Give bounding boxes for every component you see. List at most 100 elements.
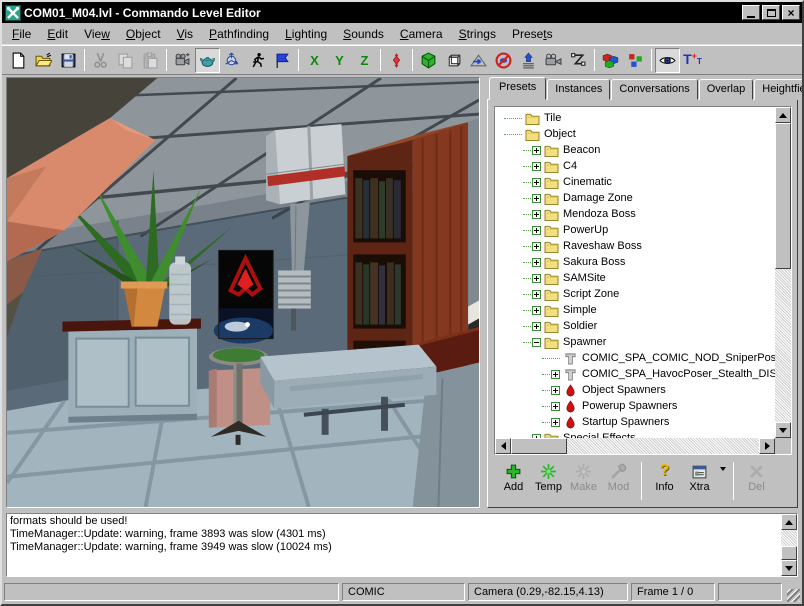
scrollbar-track[interactable] [775, 269, 791, 422]
tab-presets[interactable]: Presets [489, 77, 546, 100]
scroll-down-button[interactable] [775, 422, 791, 438]
tree-item-sakura-boss[interactable]: Sakura Boss [523, 254, 775, 270]
menu-vis[interactable]: Vis [169, 24, 201, 44]
scroll-left-button[interactable] [495, 438, 511, 454]
tree-item-soldier[interactable]: Soldier [523, 318, 775, 334]
tree-item-samsite[interactable]: SAMSite [523, 270, 775, 286]
expand-plus-icon[interactable] [532, 322, 541, 331]
tree-item-c4[interactable]: C4 [523, 158, 775, 174]
expand-plus-icon[interactable] [551, 370, 560, 379]
view-solid-button[interactable] [416, 48, 441, 73]
tree-item-comic-spa-havocposer-stealth-dis[interactable]: COMIC_SPA_HavocPoser_Stealth_DIS [542, 366, 775, 382]
add-button[interactable]: Add [496, 461, 531, 493]
tree-item-powerup[interactable]: PowerUp [523, 222, 775, 238]
scroll-down-button[interactable] [781, 560, 797, 576]
tab-overlap[interactable]: Overlap [699, 79, 754, 100]
group-cubes-button[interactable] [598, 48, 623, 73]
scrollbar-thumb[interactable] [511, 438, 567, 454]
scroll-up-button[interactable] [781, 514, 797, 530]
axis-y-button[interactable]: Y [327, 48, 352, 73]
menu-strings[interactable]: Strings [451, 24, 504, 44]
xtra-button[interactable]: Xtra [682, 461, 717, 493]
log-output[interactable]: formats should be used!TimeManager::Upda… [6, 513, 798, 577]
open-file-button[interactable] [31, 48, 56, 73]
temp-button[interactable]: Temp [531, 461, 566, 493]
minimize-button[interactable] [742, 5, 760, 20]
polygon-tool-button[interactable] [566, 48, 591, 73]
scatter-tiles-button[interactable] [623, 48, 648, 73]
scroll-right-button[interactable] [759, 438, 775, 454]
tree-item-comic-spa-comic-nod-sniperposer[interactable]: COMIC_SPA_COMIC_NOD_SniperPoser [542, 350, 775, 366]
scrollbar-track[interactable] [781, 530, 797, 546]
walk-mode-button[interactable] [245, 48, 270, 73]
menu-camera[interactable]: Camera [392, 24, 451, 44]
collapse-minus-icon[interactable] [532, 338, 541, 347]
tree-horizontal-scrollbar[interactable] [495, 438, 791, 454]
new-file-button[interactable] [6, 48, 31, 73]
menu-file[interactable]: File [4, 24, 39, 44]
menu-edit[interactable]: Edit [39, 24, 76, 44]
tree-item-beacon[interactable]: Beacon [523, 142, 775, 158]
expand-plus-icon[interactable] [532, 162, 541, 171]
menu-lighting[interactable]: Lighting [277, 24, 335, 44]
visibility-eye-button[interactable] [655, 48, 680, 73]
elevate-object-button[interactable] [516, 48, 541, 73]
maximize-button[interactable] [762, 5, 780, 20]
expand-plus-icon[interactable] [532, 210, 541, 219]
tree-item-startup-spawners[interactable]: Startup Spawners [542, 414, 775, 430]
tab-heightfield[interactable]: Heightfield [754, 79, 804, 100]
tree-item-spawner[interactable]: Spawner [523, 334, 775, 350]
tab-conversations[interactable]: Conversations [611, 79, 697, 100]
menu-sounds[interactable]: Sounds [335, 24, 392, 44]
tree-item-damage-zone[interactable]: Damage Zone [523, 190, 775, 206]
menu-presets[interactable]: Presets [504, 24, 561, 44]
expand-plus-icon[interactable] [551, 402, 560, 411]
tree-item-raveshaw-boss[interactable]: Raveshaw Boss [523, 238, 775, 254]
save-file-button[interactable] [56, 48, 81, 73]
tree-item-cinematic[interactable]: Cinematic [523, 174, 775, 190]
hide-geometry-button[interactable] [491, 48, 516, 73]
axis-x-button[interactable]: X [302, 48, 327, 73]
scrollbar-thumb[interactable] [775, 123, 791, 269]
info-button[interactable]: ?Info [647, 461, 682, 493]
expand-plus-icon[interactable] [532, 146, 541, 155]
resize-grip[interactable] [787, 589, 800, 602]
expand-plus-icon[interactable] [532, 178, 541, 187]
expand-plus-icon[interactable] [532, 290, 541, 299]
expand-plus-icon[interactable] [532, 274, 541, 283]
tree-vertical-scrollbar[interactable] [775, 107, 791, 438]
scrollbar-thumb[interactable] [781, 546, 797, 560]
render-teapot-button[interactable] [195, 48, 220, 73]
camera-record-button[interactable] [170, 48, 195, 73]
tree-item-special-effects[interactable]: Special Effects [523, 430, 775, 438]
orbit-axis-button[interactable] [220, 48, 245, 73]
camera-view-button[interactable] [541, 48, 566, 73]
viewport-3d[interactable] [6, 77, 480, 508]
expand-plus-icon[interactable] [532, 242, 541, 251]
view-wireframe-button[interactable] [441, 48, 466, 73]
log-vertical-scrollbar[interactable] [781, 514, 797, 576]
text-translate-button[interactable]: T+T [680, 48, 705, 73]
menu-view[interactable]: View [76, 24, 118, 44]
move-vertical-button[interactable] [384, 48, 409, 73]
tree-item-tile[interactable]: Tile [504, 110, 775, 126]
waypoint-flag-button[interactable] [270, 48, 295, 73]
tree-item-object-spawners[interactable]: Object Spawners [542, 382, 775, 398]
show-geometry-button[interactable] [466, 48, 491, 73]
menu-pathfinding[interactable]: Pathfinding [201, 24, 277, 44]
scrollbar-track[interactable] [567, 438, 759, 454]
expand-plus-icon[interactable] [532, 258, 541, 267]
axis-z-button[interactable]: Z [352, 48, 377, 73]
tree-item-simple[interactable]: Simple [523, 302, 775, 318]
tree-item-mendoza-boss[interactable]: Mendoza Boss [523, 206, 775, 222]
xtra-dropdown-button[interactable] [717, 461, 728, 471]
tree-item-powerup-spawners[interactable]: Powerup Spawners [542, 398, 775, 414]
menu-object[interactable]: Object [118, 24, 169, 44]
expand-plus-icon[interactable] [551, 386, 560, 395]
close-button[interactable]: × [782, 5, 800, 20]
expand-plus-icon[interactable] [551, 418, 560, 427]
tree-item-object[interactable]: Object [504, 126, 775, 142]
tab-instances[interactable]: Instances [547, 79, 610, 100]
expand-plus-icon[interactable] [532, 306, 541, 315]
expand-plus-icon[interactable] [532, 226, 541, 235]
